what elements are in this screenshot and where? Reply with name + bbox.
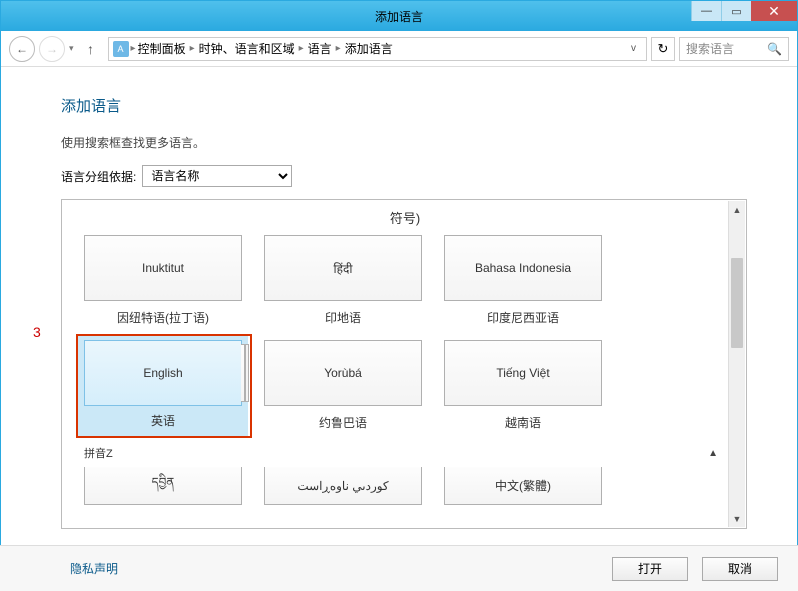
section-title-partial: 符号) [84, 208, 726, 227]
language-item-tibetan[interactable]: དབྱིན [84, 467, 242, 505]
chevron-right-icon: ▸ [131, 43, 136, 54]
section-header-z[interactable]: 拼音Z ▲ [84, 445, 726, 461]
language-item-english[interactable]: English 英语 [78, 336, 248, 437]
language-label: 因纽特语(拉丁语) [84, 309, 242, 326]
breadcrumb-item[interactable]: 语言 [308, 40, 332, 57]
scroll-up-icon[interactable]: ▲ [729, 201, 745, 218]
language-row: Inuktitut 因纽特语(拉丁语) हिंदी 印地语 Bahasa Ind… [84, 235, 726, 326]
title-bar: 添加语言 — ▭ ✕ [1, 1, 797, 31]
language-tile[interactable]: كوردىي ناوەڕاست [264, 467, 422, 505]
search-placeholder: 搜索语言 [686, 40, 734, 57]
search-icon: 🔍 [767, 42, 782, 56]
language-item-inuktitut[interactable]: Inuktitut 因纽特语(拉丁语) [84, 235, 242, 326]
window-controls: — ▭ ✕ [691, 1, 797, 21]
refresh-button[interactable]: ↻ [651, 37, 675, 61]
breadcrumb-item[interactable]: 时钟、语言和区域 [199, 40, 295, 57]
up-button[interactable]: ↑ [78, 36, 104, 62]
language-row: དབྱིན كوردىي ناوەڕاست 中文(繁體) [84, 467, 726, 505]
chevron-right-icon: ▸ [336, 43, 341, 54]
language-label: 印度尼西亚语 [444, 309, 602, 326]
vertical-scrollbar[interactable]: ▲ ▼ [728, 201, 745, 527]
language-label: 印地语 [264, 309, 422, 326]
history-dropdown-icon[interactable]: ▾ [69, 43, 74, 54]
annotation-marker: 3 [33, 324, 41, 340]
address-bar[interactable]: A ▸ 控制面板 ▸ 时钟、语言和区域 ▸ 语言 ▸ 添加语言 v [108, 37, 647, 61]
scroll-down-icon[interactable]: ▼ [729, 510, 745, 527]
content-area: 添加语言 使用搜索框查找更多语言。 语言分组依据: 语言名称 3 符号) Inu… [1, 67, 797, 539]
window-title: 添加语言 [375, 8, 423, 25]
language-tile[interactable]: हिंदी [264, 235, 422, 301]
search-input[interactable]: 搜索语言 🔍 [679, 37, 789, 61]
language-tile[interactable]: 中文(繁體) [444, 467, 602, 505]
language-item-indonesian[interactable]: Bahasa Indonesia 印度尼西亚语 [444, 235, 602, 326]
section-header-label: 拼音Z [84, 445, 113, 461]
address-dropdown-icon[interactable]: v [625, 43, 642, 54]
cancel-button[interactable]: 取消 [702, 557, 778, 581]
group-by-label: 语言分组依据: [61, 168, 136, 185]
language-item-vietnamese[interactable]: Tiếng Việt 越南语 [444, 340, 602, 431]
language-item-hindi[interactable]: हिंदी 印地语 [264, 235, 422, 326]
language-label: 英语 [84, 412, 242, 429]
scroll-track[interactable] [729, 218, 745, 510]
language-tile[interactable]: Yorùbá [264, 340, 422, 406]
footer-bar: 隐私声明 打开 取消 [0, 545, 798, 591]
chevron-right-icon: ▸ [299, 43, 304, 54]
language-label: 约鲁巴语 [264, 414, 422, 431]
collapse-icon[interactable]: ▲ [708, 448, 718, 459]
forward-button[interactable]: → [39, 36, 65, 62]
breadcrumb-item[interactable]: 控制面板 [138, 40, 186, 57]
language-tile[interactable]: དབྱིན [84, 467, 242, 505]
group-by-row: 语言分组依据: 语言名称 [61, 165, 747, 187]
language-item-yoruba[interactable]: Yorùbá 约鲁巴语 [264, 340, 422, 431]
maximize-button[interactable]: ▭ [721, 1, 751, 21]
language-tile[interactable]: English [84, 340, 242, 406]
language-tile[interactable]: Tiếng Việt [444, 340, 602, 406]
hint-text: 使用搜索框查找更多语言。 [61, 134, 747, 151]
privacy-link[interactable]: 隐私声明 [70, 560, 118, 577]
close-button[interactable]: ✕ [751, 1, 797, 21]
language-list-panel: 符号) Inuktitut 因纽特语(拉丁语) हिंदी 印地语 Bahasa… [61, 199, 747, 529]
location-icon: A [113, 41, 129, 57]
language-tile[interactable]: Inuktitut [84, 235, 242, 301]
language-item-chinese-traditional[interactable]: 中文(繁體) [444, 467, 602, 505]
page-title: 添加语言 [61, 95, 747, 116]
back-button[interactable]: ← [9, 36, 35, 62]
navigation-bar: ← → ▾ ↑ A ▸ 控制面板 ▸ 时钟、语言和区域 ▸ 语言 ▸ 添加语言 … [1, 31, 797, 67]
open-button[interactable]: 打开 [612, 557, 688, 581]
chevron-right-icon: ▸ [190, 43, 195, 54]
language-label: 越南语 [444, 414, 602, 431]
breadcrumb: 控制面板 ▸ 时钟、语言和区域 ▸ 语言 ▸ 添加语言 [138, 40, 393, 57]
language-row: English 英语 Yorùbá 约鲁巴语 Tiếng Việt 越南语 [84, 340, 726, 431]
breadcrumb-item[interactable]: 添加语言 [345, 40, 393, 57]
scroll-thumb[interactable] [731, 258, 743, 348]
language-item-kurdish[interactable]: كوردىي ناوەڕاست [264, 467, 422, 505]
group-by-select[interactable]: 语言名称 [142, 165, 292, 187]
minimize-button[interactable]: — [691, 1, 721, 21]
language-tile[interactable]: Bahasa Indonesia [444, 235, 602, 301]
